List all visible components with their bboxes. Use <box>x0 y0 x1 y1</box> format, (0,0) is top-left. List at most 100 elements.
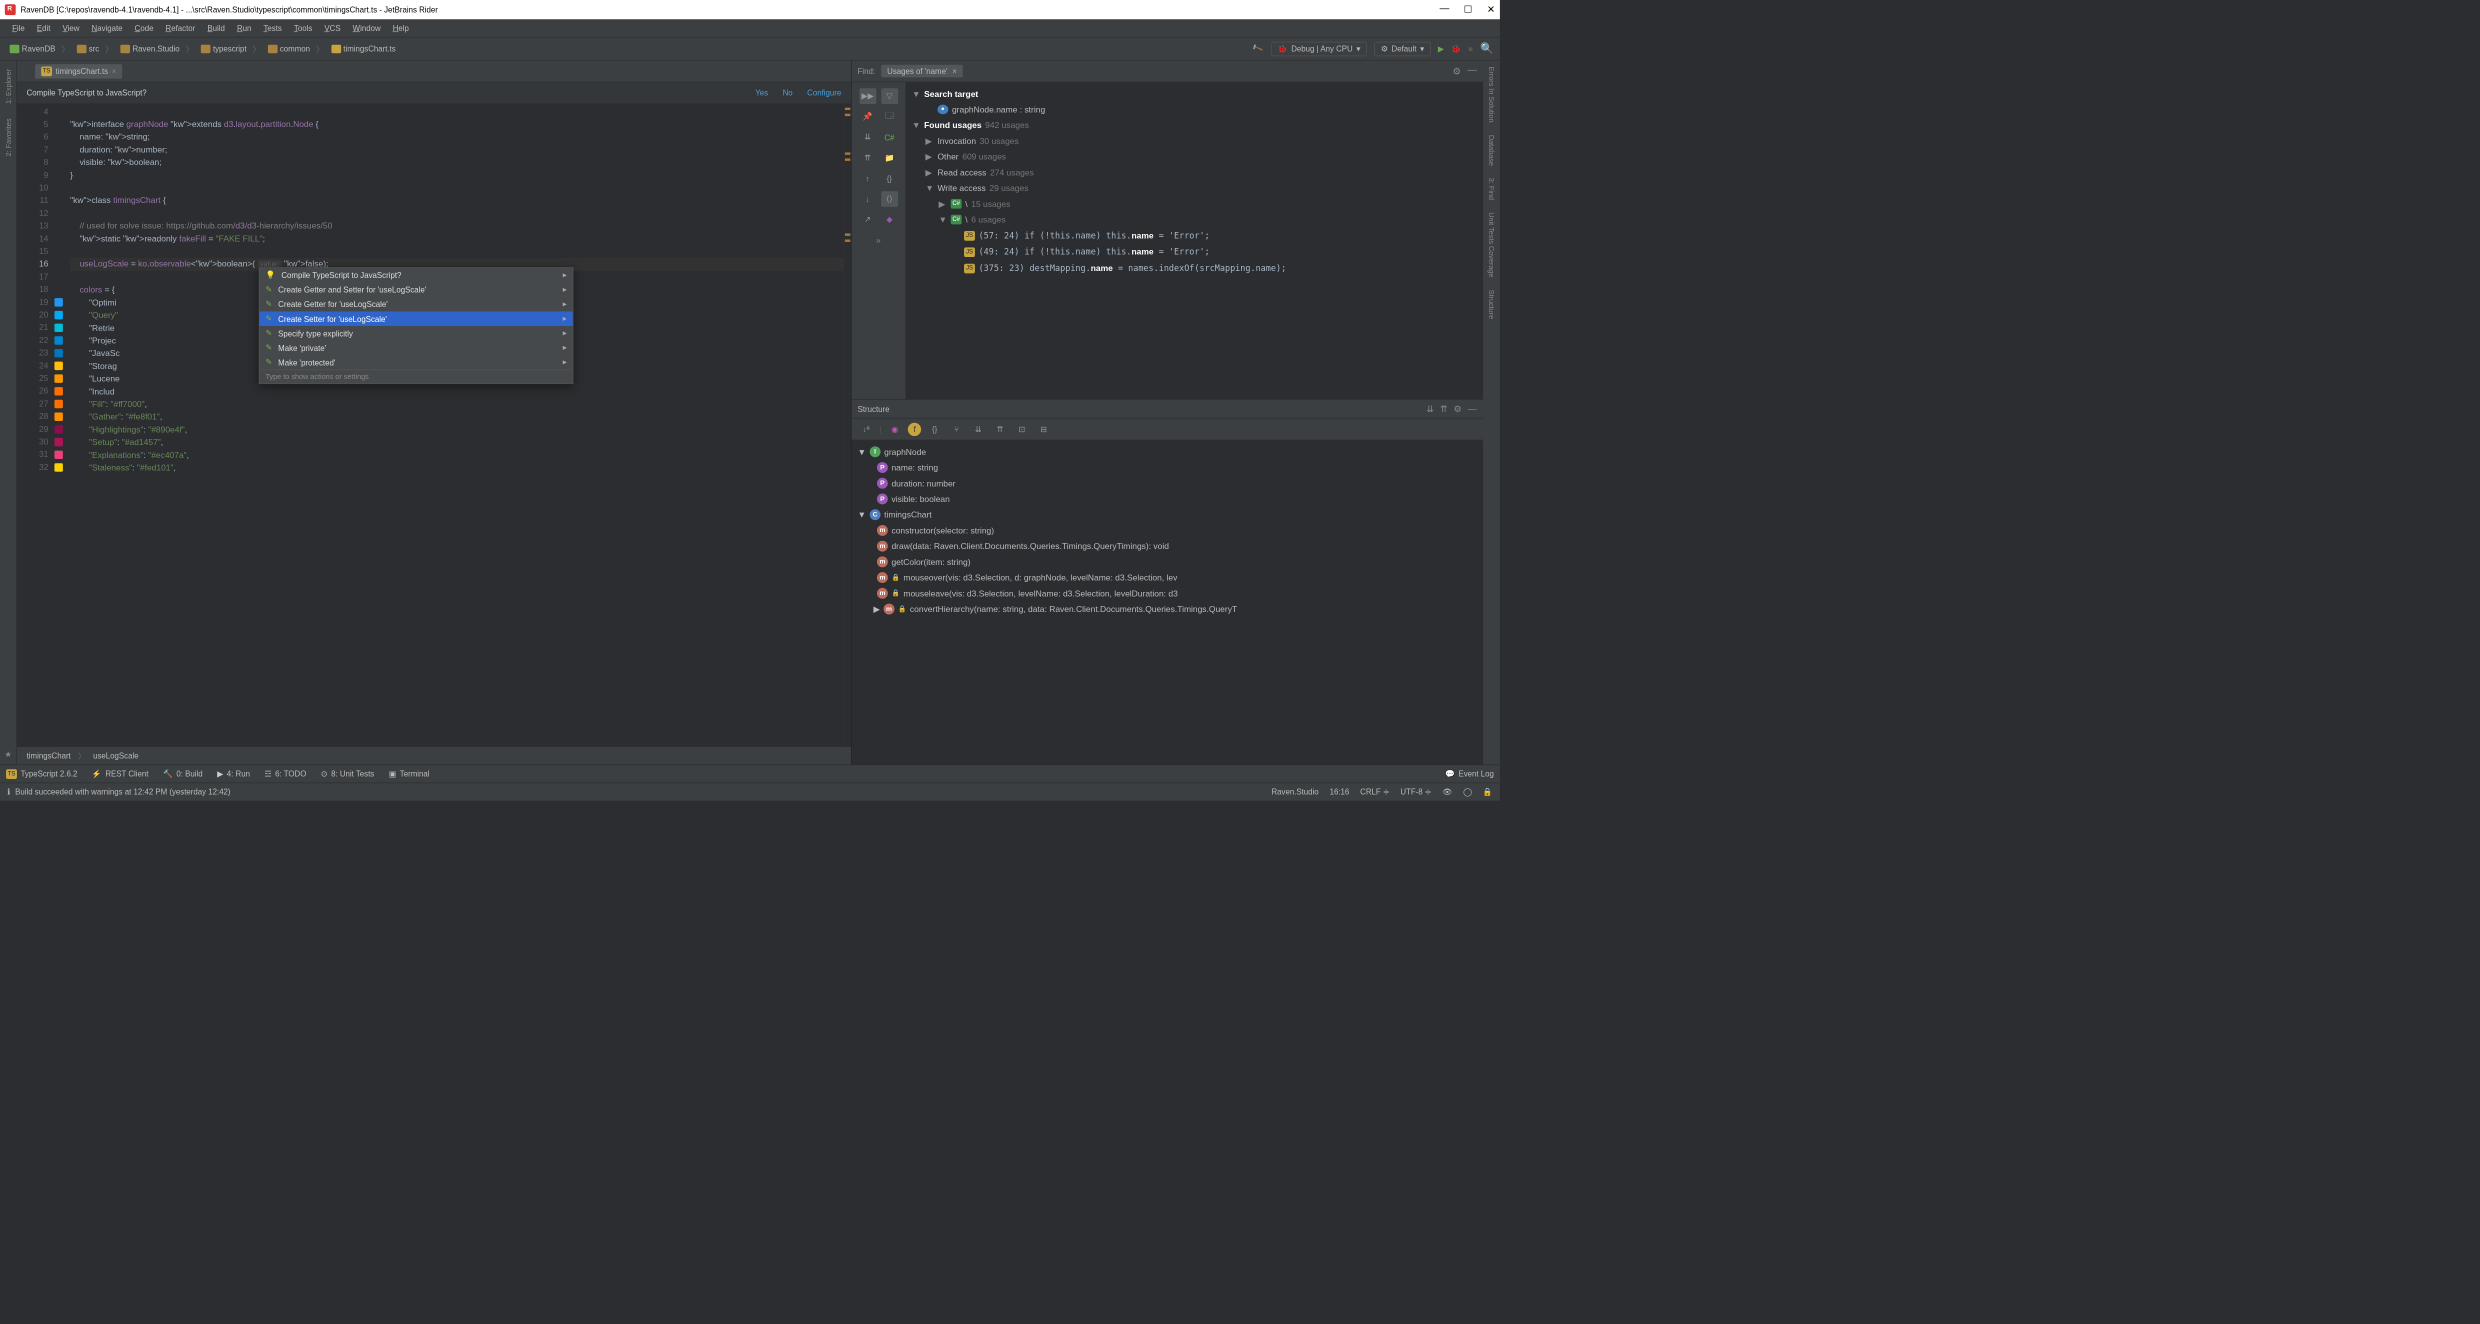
inspection-icon[interactable]: 👁 <box>1442 787 1452 797</box>
menu-file[interactable]: File <box>7 22 29 33</box>
menu-view[interactable]: View <box>58 22 85 33</box>
structure-item[interactable]: ▶m🔒convertHierarchy(name: string, data: … <box>858 601 1477 617</box>
find-results-tree[interactable]: ▼Search target●graphNode.name : string▼F… <box>906 82 1483 399</box>
maximize-button[interactable]: ☐ <box>1464 4 1473 16</box>
cube-icon[interactable]: ◆ <box>881 212 898 228</box>
build-icon[interactable]: 🔨 <box>1251 41 1265 55</box>
csharp-icon[interactable]: C# <box>881 129 898 145</box>
breadcrumb-item[interactable]: typescript <box>197 43 264 54</box>
intention-item[interactable]: ✎Specify type explicitly▸ <box>259 326 572 341</box>
banner-configure[interactable]: Configure <box>807 88 841 97</box>
bulb-icon[interactable]: ◉ <box>886 421 903 437</box>
sort-icon[interactable]: ↓ª <box>858 421 875 437</box>
run-tab[interactable]: ▶4: Run <box>217 769 250 779</box>
build-tab[interactable]: 🔨0: Build <box>163 769 203 779</box>
breadcrumb-item[interactable]: common <box>264 43 327 54</box>
braces-icon[interactable]: {} <box>926 421 943 437</box>
terminal-tab[interactable]: ▣Terminal <box>389 769 430 779</box>
find-result-row[interactable]: ▼C#\ 6 usages <box>912 212 1477 228</box>
menu-edit[interactable]: Edit <box>32 22 55 33</box>
intention-item[interactable]: 💡Compile TypeScript to JavaScript?▸ <box>259 268 572 283</box>
collapse-icon[interactable]: ⇈ <box>859 150 876 166</box>
collapse-icon[interactable]: ⇈ <box>992 421 1009 437</box>
find-result-row[interactable]: ▶C#\ 15 usages <box>912 196 1477 212</box>
structure-item[interactable]: Pvisible: boolean <box>858 491 1477 507</box>
typescript-tab[interactable]: TSTypeScript 2.6.2 <box>6 769 77 779</box>
structure-item[interactable]: Pduration: number <box>858 475 1477 491</box>
menu-window[interactable]: Window <box>348 22 386 33</box>
tool-tab[interactable]: 3: Find <box>1486 172 1497 206</box>
structure-item[interactable]: ▼IgraphNode <box>858 444 1477 460</box>
down-icon[interactable]: ↓ <box>859 191 876 207</box>
tool-tab[interactable]: Errors In Solution <box>1486 60 1497 128</box>
expand-icon[interactable]: ⇊ <box>859 129 876 145</box>
structure-item[interactable]: mgetColor(item: string) <box>858 554 1477 570</box>
close-icon[interactable]: × <box>952 67 957 76</box>
tool-tab[interactable]: 1: Explorer <box>3 64 14 109</box>
rest-client-tab[interactable]: ⚡REST Client <box>92 769 149 779</box>
minimize-icon[interactable]: — <box>1467 65 1477 77</box>
find-result-row[interactable]: JS(57: 24) if (!this.name) this.name = '… <box>912 227 1477 243</box>
structure-item[interactable]: m🔒mouseover(vis: d3.Selection, d: graphN… <box>858 570 1477 586</box>
structure-item[interactable]: mdraw(data: Raven.Client.Documents.Queri… <box>858 538 1477 554</box>
lock-icon[interactable]: 🔒 <box>1483 787 1493 797</box>
pin-icon[interactable]: 📌 <box>859 109 876 125</box>
menu-vcs[interactable]: VCS <box>320 22 346 33</box>
rerun-icon[interactable]: ▶▶ <box>859 88 876 104</box>
intention-item[interactable]: ✎Create Getter and Setter for 'useLogSca… <box>259 282 572 297</box>
intention-item[interactable]: ✎Make 'protected'▸ <box>259 355 572 370</box>
memory-icon[interactable]: ◯ <box>1463 787 1472 797</box>
menu-navigate[interactable]: Navigate <box>87 22 128 33</box>
braces-icon[interactable]: {} <box>881 171 898 187</box>
intention-item[interactable]: ✎Create Setter for 'useLogScale'▸ <box>259 311 572 326</box>
intention-item[interactable]: ✎Make 'private'▸ <box>259 341 572 356</box>
expand-icon[interactable]: ⇊ <box>970 421 987 437</box>
find-result-row[interactable]: ▶Invocation 30 usages <box>912 133 1477 149</box>
export-icon[interactable]: ↗ <box>859 212 876 228</box>
tool-tab[interactable]: 2: Favorites <box>3 114 14 162</box>
up-icon[interactable]: ↑ <box>859 171 876 187</box>
menu-help[interactable]: Help <box>388 22 414 33</box>
breadcrumb-item[interactable]: RavenDB <box>6 43 73 54</box>
banner-no[interactable]: No <box>783 88 793 97</box>
structure-tree[interactable]: ▼IgraphNodePname: stringPduration: numbe… <box>852 440 1483 764</box>
menu-build[interactable]: Build <box>203 22 230 33</box>
target-selector[interactable]: ⚙ Default ▾ <box>1374 41 1430 56</box>
structure-item[interactable]: ▼CtimingsChart <box>858 507 1477 523</box>
find-result-row[interactable]: ●graphNode.name : string <box>912 102 1477 118</box>
collapse-all-icon[interactable]: ⇈ <box>1440 403 1448 414</box>
event-log-tab[interactable]: 💬Event Log <box>1445 769 1494 779</box>
file-tab[interactable]: TS timingsChart.ts × <box>35 64 122 79</box>
structure-item[interactable]: m🔒mouseleave(vis: d3.Selection, levelNam… <box>858 585 1477 601</box>
breadcrumb-item[interactable]: timingsChart.ts <box>328 43 406 54</box>
close-tab-icon[interactable]: × <box>112 67 117 76</box>
find-result-row[interactable]: JS(375: 23) destMapping.name = names.ind… <box>912 260 1477 276</box>
filter-icon[interactable]: ▽ <box>881 88 898 104</box>
settings-icon[interactable]: ⚙ <box>1453 65 1462 77</box>
menu-refactor[interactable]: Refactor <box>161 22 200 33</box>
menu-code[interactable]: Code <box>130 22 158 33</box>
intention-item[interactable]: ✎Create Getter for 'useLogScale'▸ <box>259 297 572 312</box>
search-icon[interactable]: 🔍 <box>1480 42 1494 55</box>
tool-tab[interactable]: Database <box>1486 129 1497 172</box>
find-result-row[interactable]: ▶Other 609 usages <box>912 149 1477 165</box>
find-result-row[interactable]: JS(49: 24) if (!this.name) this.name = '… <box>912 244 1477 260</box>
minimize-icon[interactable]: — <box>1468 403 1477 414</box>
minimize-button[interactable]: — <box>1440 4 1450 16</box>
run-config-selector[interactable]: 🐞 Debug | Any CPU ▾ <box>1271 41 1367 56</box>
find-result-row[interactable]: ▼Write access 29 usages <box>912 180 1477 196</box>
more-icon[interactable]: » <box>870 232 887 248</box>
autoscroll-from-icon[interactable]: ⊟ <box>1035 421 1052 437</box>
fields-filter[interactable]: f <box>908 422 921 435</box>
tool-tab[interactable]: Unit Tests Coverage <box>1486 206 1497 283</box>
structure-item[interactable]: mconstructor(selector: string) <box>858 523 1477 539</box>
menu-run[interactable]: Run <box>232 22 256 33</box>
tool-tab[interactable]: Structure <box>1486 283 1497 325</box>
settings-icon[interactable]: ⚙ <box>1454 403 1462 414</box>
expand-all-icon[interactable]: ⇊ <box>1426 403 1434 414</box>
code-icon[interactable]: ⟨⟩ <box>881 191 898 207</box>
find-query-tab[interactable]: Usages of 'name' × <box>881 65 963 78</box>
close-button[interactable]: ✕ <box>1487 4 1495 16</box>
unit-tests-tab[interactable]: ⊙8: Unit Tests <box>321 769 374 779</box>
folder-icon[interactable]: 📁 <box>881 150 898 166</box>
